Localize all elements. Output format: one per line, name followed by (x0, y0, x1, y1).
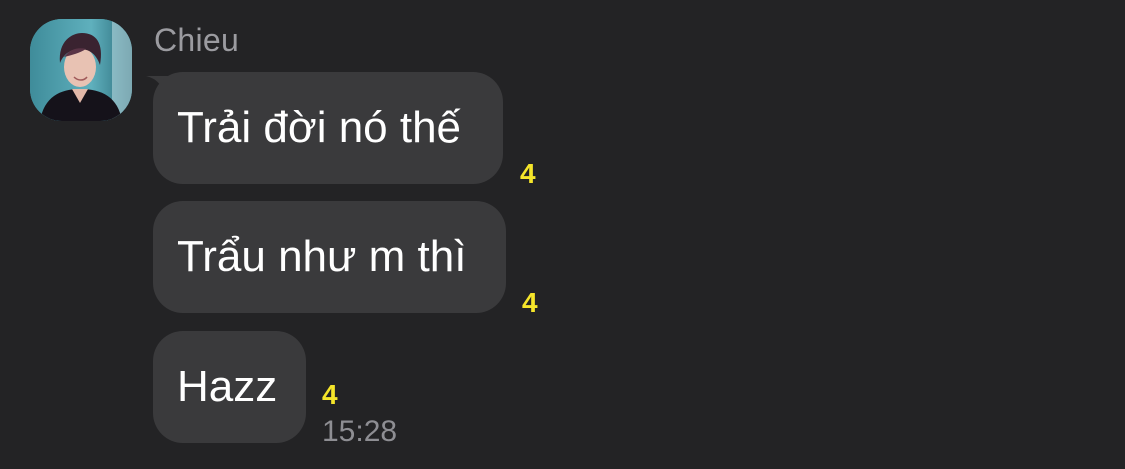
chat-view: Chieu Trải đời nó thế 4 Trẩu như m thì 4… (0, 0, 1125, 469)
avatar-photo-icon (30, 19, 132, 121)
message-bubble[interactable]: Trẩu như m thì (153, 201, 506, 313)
message-text: Trẩu như m thì (177, 232, 467, 281)
sender-avatar[interactable] (30, 19, 132, 121)
unread-count: 4 (322, 379, 338, 410)
message-text: Hazz (177, 362, 278, 411)
message-bubble[interactable]: Trải đời nó thế (153, 72, 503, 184)
message-timestamp: 15:28 (322, 415, 398, 448)
sender-name: Chieu (154, 22, 240, 58)
unread-count: 4 (522, 287, 538, 318)
message-bubble[interactable]: Hazz (153, 331, 306, 443)
unread-count: 4 (520, 158, 536, 189)
message-text: Trải đời nó thế (177, 103, 462, 152)
